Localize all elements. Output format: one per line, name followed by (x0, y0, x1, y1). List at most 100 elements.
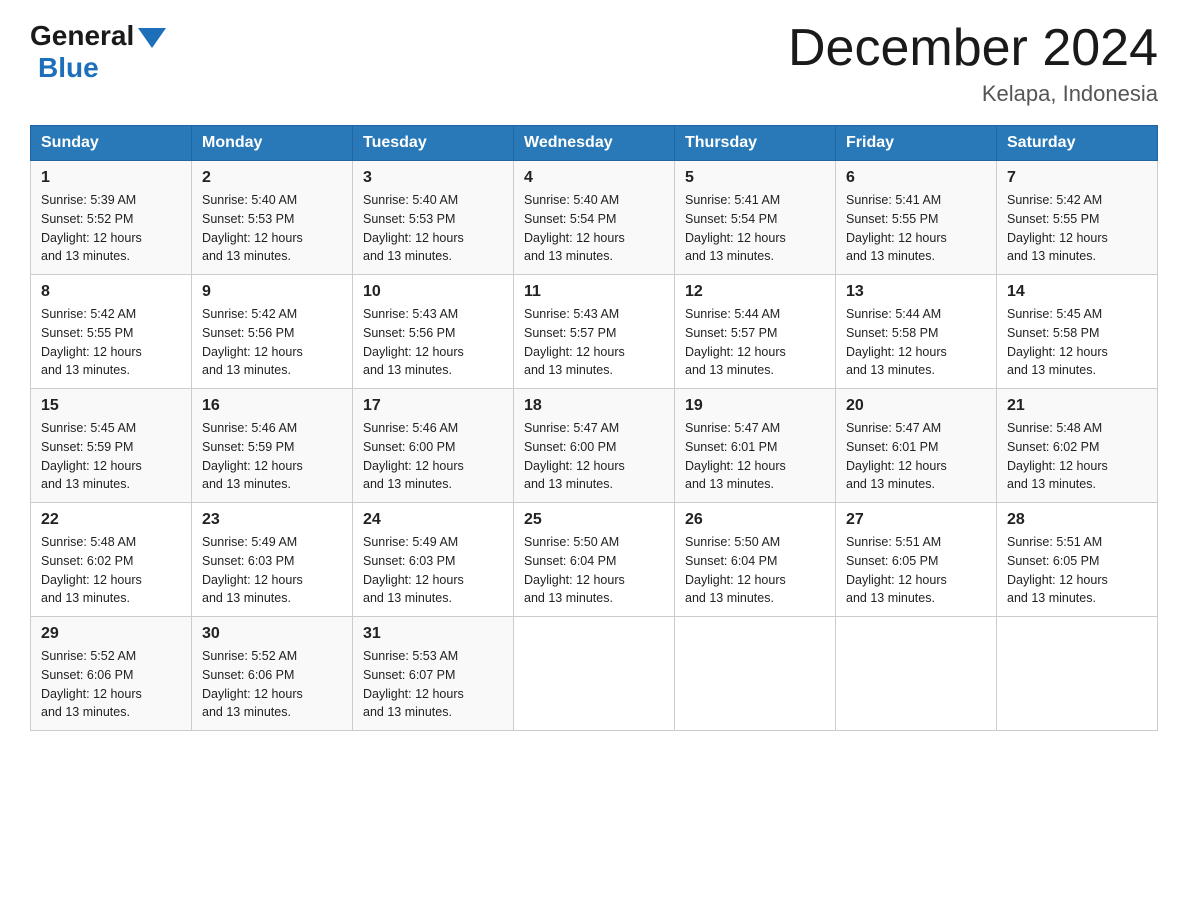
location: Kelapa, Indonesia (788, 81, 1158, 107)
day-number: 5 (685, 169, 825, 187)
day-info: Sunrise: 5:46 AMSunset: 5:59 PMDaylight:… (202, 419, 342, 494)
calendar-cell: 4 Sunrise: 5:40 AMSunset: 5:54 PMDaylight… (514, 161, 675, 275)
day-number: 4 (524, 169, 664, 187)
header-monday: Monday (192, 126, 353, 161)
day-number: 11 (524, 283, 664, 301)
day-number: 7 (1007, 169, 1147, 187)
calendar-body: 1 Sunrise: 5:39 AMSunset: 5:52 PMDaylight… (31, 161, 1158, 731)
logo-general: General (30, 20, 134, 52)
logo-text: General (30, 20, 166, 52)
week-row-2: 8Sunrise: 5:42 AMSunset: 5:55 PMDaylight… (31, 275, 1158, 389)
day-number: 1 (41, 169, 181, 187)
calendar-cell: 5Sunrise: 5:41 AMSunset: 5:54 PMDaylight… (675, 161, 836, 275)
day-info: Sunrise: 5:47 AMSunset: 6:00 PMDaylight:… (524, 419, 664, 494)
day-info: Sunrise: 5:40 AMSunset: 5:54 PMDaylight:… (524, 191, 664, 266)
calendar-cell: 24 Sunrise: 5:49 AMSunset: 6:03 PMDayligh… (353, 503, 514, 617)
calendar-cell (514, 617, 675, 731)
calendar-cell: 9Sunrise: 5:42 AMSunset: 5:56 PMDaylight… (192, 275, 353, 389)
day-number: 19 (685, 397, 825, 415)
day-info: Sunrise: 5:48 AMSunset: 6:02 PMDaylight:… (1007, 419, 1147, 494)
calendar-cell: 30Sunrise: 5:52 AMSunset: 6:06 PMDayligh… (192, 617, 353, 731)
day-info: Sunrise: 5:52 AMSunset: 6:06 PMDaylight:… (41, 647, 181, 722)
calendar-cell: 26 Sunrise: 5:50 AMSunset: 6:04 PMDayligh… (675, 503, 836, 617)
day-number: 30 (202, 625, 342, 643)
calendar-cell: 17 Sunrise: 5:46 AMSunset: 6:00 PMDayligh… (353, 389, 514, 503)
day-info: Sunrise: 5:49 AMSunset: 6:03 PMDaylight:… (363, 533, 503, 608)
logo-blue: Blue (38, 52, 99, 83)
calendar-cell: 7 Sunrise: 5:42 AMSunset: 5:55 PMDaylight… (997, 161, 1158, 275)
day-info: Sunrise: 5:47 AMSunset: 6:01 PMDaylight:… (846, 419, 986, 494)
calendar-cell: 6Sunrise: 5:41 AMSunset: 5:55 PMDaylight… (836, 161, 997, 275)
day-number: 2 (202, 169, 342, 187)
day-number: 27 (846, 511, 986, 529)
calendar-cell: 31 Sunrise: 5:53 AMSunset: 6:07 PMDayligh… (353, 617, 514, 731)
day-number: 12 (685, 283, 825, 301)
day-info: Sunrise: 5:53 AMSunset: 6:07 PMDaylight:… (363, 647, 503, 722)
calendar-cell: 21 Sunrise: 5:48 AMSunset: 6:02 PMDayligh… (997, 389, 1158, 503)
day-number: 22 (41, 511, 181, 529)
week-row-1: 1 Sunrise: 5:39 AMSunset: 5:52 PMDaylight… (31, 161, 1158, 275)
day-info: Sunrise: 5:48 AMSunset: 6:02 PMDaylight:… (41, 533, 181, 608)
header-friday: Friday (836, 126, 997, 161)
day-info: Sunrise: 5:40 AMSunset: 5:53 PMDaylight:… (202, 191, 342, 266)
calendar-cell: 13Sunrise: 5:44 AMSunset: 5:58 PMDayligh… (836, 275, 997, 389)
calendar-cell: 25 Sunrise: 5:50 AMSunset: 6:04 PMDayligh… (514, 503, 675, 617)
calendar-cell: 14 Sunrise: 5:45 AMSunset: 5:58 PMDayligh… (997, 275, 1158, 389)
day-info: Sunrise: 5:46 AMSunset: 6:00 PMDaylight:… (363, 419, 503, 494)
day-info: Sunrise: 5:42 AMSunset: 5:56 PMDaylight:… (202, 305, 342, 380)
page-header: General Blue December 2024 Kelapa, Indon… (30, 20, 1158, 107)
calendar-header: SundayMondayTuesdayWednesdayThursdayFrid… (31, 126, 1158, 161)
month-title: December 2024 (788, 20, 1158, 77)
day-number: 17 (363, 397, 503, 415)
day-number: 29 (41, 625, 181, 643)
day-number: 20 (846, 397, 986, 415)
calendar-cell: 11Sunrise: 5:43 AMSunset: 5:57 PMDayligh… (514, 275, 675, 389)
calendar-cell (997, 617, 1158, 731)
header-tuesday: Tuesday (353, 126, 514, 161)
day-number: 31 (363, 625, 503, 643)
day-number: 23 (202, 511, 342, 529)
calendar-cell: 12 Sunrise: 5:44 AMSunset: 5:57 PMDayligh… (675, 275, 836, 389)
calendar-cell: 2 Sunrise: 5:40 AMSunset: 5:53 PMDaylight… (192, 161, 353, 275)
day-number: 10 (363, 283, 503, 301)
day-info: Sunrise: 5:39 AMSunset: 5:52 PMDaylight:… (41, 191, 181, 266)
day-info: Sunrise: 5:49 AMSunset: 6:03 PMDaylight:… (202, 533, 342, 608)
day-info: Sunrise: 5:51 AMSunset: 6:05 PMDaylight:… (1007, 533, 1147, 608)
day-number: 6 (846, 169, 986, 187)
day-number: 16 (202, 397, 342, 415)
calendar-cell: 18 Sunrise: 5:47 AMSunset: 6:00 PMDayligh… (514, 389, 675, 503)
day-number: 8 (41, 283, 181, 301)
calendar-cell (675, 617, 836, 731)
week-row-3: 15Sunrise: 5:45 AMSunset: 5:59 PMDayligh… (31, 389, 1158, 503)
day-number: 14 (1007, 283, 1147, 301)
day-info: Sunrise: 5:40 AMSunset: 5:53 PMDaylight:… (363, 191, 503, 266)
day-info: Sunrise: 5:45 AMSunset: 5:58 PMDaylight:… (1007, 305, 1147, 380)
calendar-cell (836, 617, 997, 731)
day-info: Sunrise: 5:44 AMSunset: 5:57 PMDaylight:… (685, 305, 825, 380)
day-number: 26 (685, 511, 825, 529)
calendar-cell: 19Sunrise: 5:47 AMSunset: 6:01 PMDayligh… (675, 389, 836, 503)
day-number: 21 (1007, 397, 1147, 415)
week-row-4: 22 Sunrise: 5:48 AMSunset: 6:02 PMDayligh… (31, 503, 1158, 617)
calendar-cell: 1 Sunrise: 5:39 AMSunset: 5:52 PMDaylight… (31, 161, 192, 275)
calendar-cell: 3Sunrise: 5:40 AMSunset: 5:53 PMDaylight… (353, 161, 514, 275)
day-info: Sunrise: 5:50 AMSunset: 6:04 PMDaylight:… (524, 533, 664, 608)
day-number: 25 (524, 511, 664, 529)
title-block: December 2024 Kelapa, Indonesia (788, 20, 1158, 107)
week-row-5: 29 Sunrise: 5:52 AMSunset: 6:06 PMDayligh… (31, 617, 1158, 731)
logo-arrow-icon (138, 28, 166, 48)
header-thursday: Thursday (675, 126, 836, 161)
day-number: 18 (524, 397, 664, 415)
calendar-cell: 10Sunrise: 5:43 AMSunset: 5:56 PMDayligh… (353, 275, 514, 389)
day-info: Sunrise: 5:42 AMSunset: 5:55 PMDaylight:… (1007, 191, 1147, 266)
calendar-cell: 29 Sunrise: 5:52 AMSunset: 6:06 PMDayligh… (31, 617, 192, 731)
calendar-cell: 27Sunrise: 5:51 AMSunset: 6:05 PMDayligh… (836, 503, 997, 617)
calendar-cell: 23 Sunrise: 5:49 AMSunset: 6:03 PMDayligh… (192, 503, 353, 617)
calendar-table: SundayMondayTuesdayWednesdayThursdayFrid… (30, 125, 1158, 731)
day-info: Sunrise: 5:50 AMSunset: 6:04 PMDaylight:… (685, 533, 825, 608)
calendar-cell: 20 Sunrise: 5:47 AMSunset: 6:01 PMDayligh… (836, 389, 997, 503)
day-number: 24 (363, 511, 503, 529)
day-number: 28 (1007, 511, 1147, 529)
calendar-cell: 8Sunrise: 5:42 AMSunset: 5:55 PMDaylight… (31, 275, 192, 389)
calendar-cell: 22 Sunrise: 5:48 AMSunset: 6:02 PMDayligh… (31, 503, 192, 617)
